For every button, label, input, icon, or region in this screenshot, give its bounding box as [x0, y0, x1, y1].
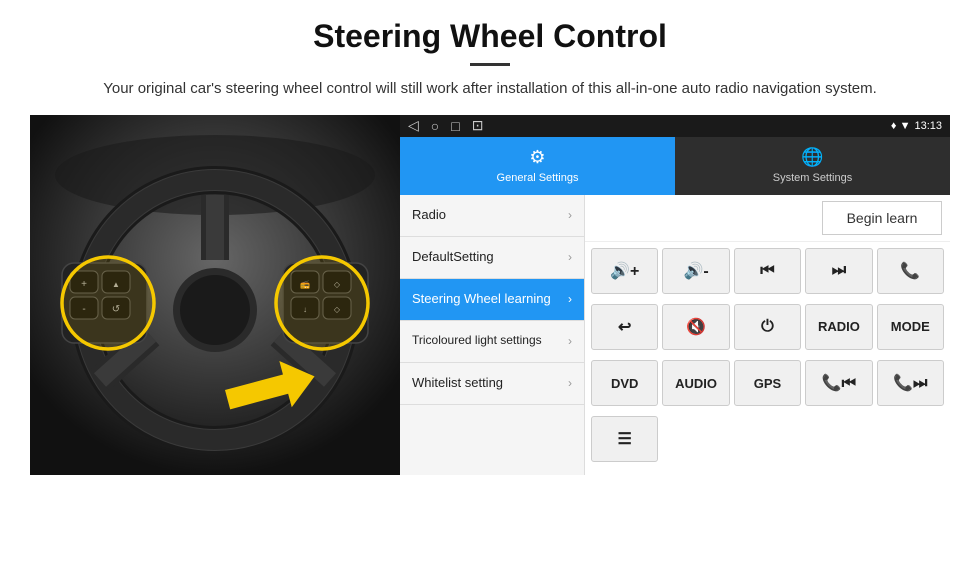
- controls-panel: Begin learn 🔊+ 🔊- ⏮: [585, 195, 950, 475]
- tab-system-label: System Settings: [773, 172, 852, 184]
- mode-button[interactable]: MODE: [877, 304, 944, 350]
- radio-label: RADIO: [818, 319, 860, 334]
- hang-up-button[interactable]: ↩: [591, 304, 658, 350]
- gear-icon: ⚙: [529, 147, 545, 168]
- power-button[interactable]: ⏻: [734, 304, 801, 350]
- phone-icon: 📞: [900, 261, 920, 281]
- status-bar-right: ♦ ▼ 13:13: [891, 120, 942, 132]
- chevron-icon: ›: [568, 250, 572, 264]
- power-icon: ⏻: [761, 318, 774, 336]
- tel-next-button[interactable]: 📞⏭: [877, 360, 944, 406]
- dvd-button[interactable]: DVD: [591, 360, 658, 406]
- vol-up-button[interactable]: 🔊+: [591, 248, 658, 294]
- gps-label: GPS: [754, 376, 781, 391]
- menu-whitelist-label: Whitelist setting: [412, 375, 568, 392]
- next-track-icon: ⏭: [832, 262, 846, 280]
- main-content: Radio › DefaultSetting › Steering Wheel …: [400, 195, 950, 475]
- signal-icon: ♦ ▼: [891, 120, 911, 132]
- menu-tricoloured-label: Tricoloured light settings: [412, 333, 568, 349]
- menu-radio-label: Radio: [412, 207, 568, 224]
- gps-button[interactable]: GPS: [734, 360, 801, 406]
- begin-learn-button[interactable]: Begin learn: [822, 201, 942, 235]
- recent-nav-icon[interactable]: □: [451, 118, 459, 134]
- tab-bar: ⚙ General Settings 🌐 System Settings: [400, 137, 950, 195]
- tab-system-settings[interactable]: 🌐 System Settings: [675, 137, 950, 195]
- chevron-icon: ›: [568, 208, 572, 222]
- tab-general-label: General Settings: [497, 172, 579, 184]
- header-section: Steering Wheel Control Your original car…: [30, 18, 950, 101]
- steering-wheel-bg: + - ▲ ↺ 📻 ◇ ↓ ◇: [30, 115, 400, 475]
- mute-button[interactable]: 🔇: [662, 304, 729, 350]
- chevron-icon: ›: [568, 334, 572, 348]
- tel-next-icon: 📞⏭: [893, 373, 927, 393]
- vol-down-button[interactable]: 🔊-: [662, 248, 729, 294]
- menu-default-label: DefaultSetting: [412, 249, 568, 266]
- menu-item-steering[interactable]: Steering Wheel learning ›: [400, 279, 584, 321]
- whitelist-icon-button[interactable]: ☰: [591, 416, 658, 462]
- title-divider: [470, 63, 510, 66]
- status-bar: ◁ ○ □ ⊡ ♦ ▼ 13:13: [400, 115, 950, 137]
- hang-up-icon: ↩: [618, 317, 631, 337]
- prev-track-button[interactable]: ⏮: [734, 248, 801, 294]
- device-panel: ◁ ○ □ ⊡ ♦ ▼ 13:13 ⚙ General Settings 🌐: [400, 115, 950, 475]
- content-area: + - ▲ ↺ 📻 ◇ ↓ ◇: [30, 115, 950, 475]
- dvd-label: DVD: [611, 376, 638, 391]
- whitelist-icon: ☰: [618, 429, 632, 449]
- radio-button[interactable]: RADIO: [805, 304, 872, 350]
- mute-icon: 🔇: [686, 317, 706, 337]
- menu-item-default[interactable]: DefaultSetting ›: [400, 237, 584, 279]
- vol-down-icon: 🔊-: [683, 261, 708, 281]
- tel-prev-button[interactable]: 📞⏮: [805, 360, 872, 406]
- audio-button[interactable]: AUDIO: [662, 360, 729, 406]
- phone-answer-button[interactable]: 📞: [877, 248, 944, 294]
- menu-steering-label: Steering Wheel learning: [412, 291, 568, 308]
- home-nav-icon[interactable]: ○: [431, 118, 439, 134]
- chevron-icon: ›: [568, 376, 572, 390]
- tab-general-settings[interactable]: ⚙ General Settings: [400, 137, 675, 195]
- next-track-button[interactable]: ⏭: [805, 248, 872, 294]
- audio-label: AUDIO: [675, 376, 717, 391]
- back-nav-icon[interactable]: ◁: [408, 117, 419, 134]
- tel-prev-icon: 📞⏮: [822, 373, 856, 393]
- page-title: Steering Wheel Control: [30, 18, 950, 55]
- time-display: 13:13: [914, 120, 942, 132]
- menu-item-whitelist[interactable]: Whitelist setting ›: [400, 363, 584, 405]
- page-container: Steering Wheel Control Your original car…: [0, 0, 980, 475]
- menu-panel: Radio › DefaultSetting › Steering Wheel …: [400, 195, 585, 475]
- status-bar-left: ◁ ○ □ ⊡: [408, 117, 483, 134]
- prev-track-icon: ⏮: [760, 262, 774, 280]
- button-grid: 🔊+ 🔊- ⏮ ⏭ 📞: [585, 242, 950, 475]
- chevron-icon: ›: [568, 292, 572, 306]
- menu-nav-icon[interactable]: ⊡: [472, 117, 484, 134]
- mode-label: MODE: [891, 319, 930, 334]
- menu-item-tricoloured[interactable]: Tricoloured light settings ›: [400, 321, 584, 363]
- vol-up-icon: 🔊+: [610, 261, 639, 281]
- page-subtitle: Your original car's steering wheel contr…: [100, 78, 880, 101]
- system-icon: 🌐: [801, 147, 823, 168]
- begin-learn-row: Begin learn: [585, 195, 950, 242]
- menu-item-radio[interactable]: Radio ›: [400, 195, 584, 237]
- image-panel: + - ▲ ↺ 📻 ◇ ↓ ◇: [30, 115, 400, 475]
